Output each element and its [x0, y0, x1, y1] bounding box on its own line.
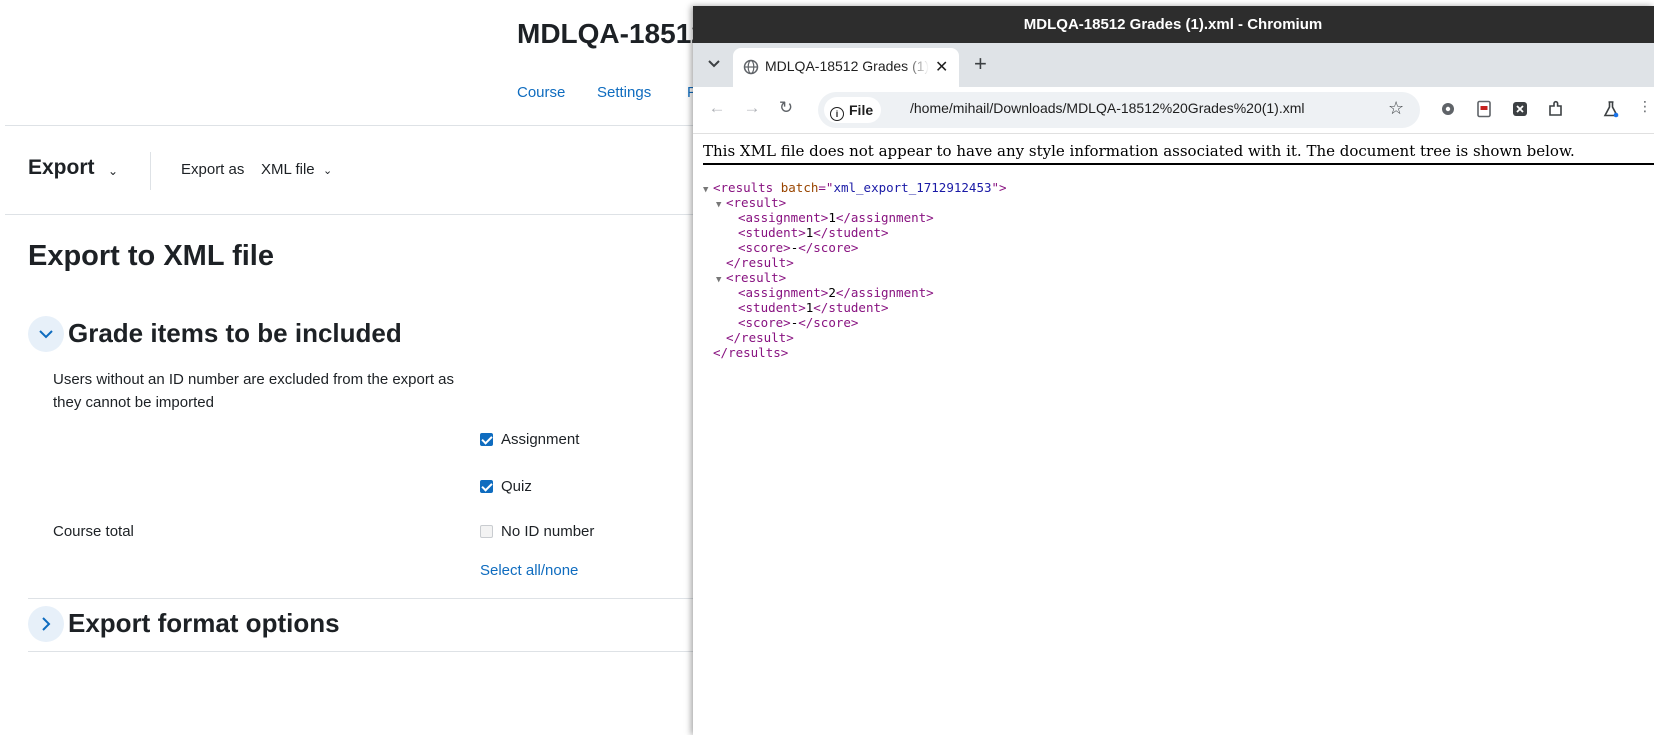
xml-student: <student>1</student>	[738, 300, 889, 315]
menu-icon[interactable]: ⋮	[1633, 98, 1654, 115]
xml-result-close: </result>	[726, 255, 794, 270]
browser-toolbar: ← → ↻ i File /home/mihail/Downloads/MDLQA…	[693, 87, 1654, 134]
site-info-chip[interactable]: i File	[824, 97, 882, 123]
checkbox-label: Quiz	[501, 478, 532, 495]
chevron-down-icon[interactable]	[28, 316, 64, 352]
window-titlebar[interactable]: MDLQA-18512 Grades (1).xml - Chromium	[693, 6, 1654, 43]
reload-icon[interactable]: ↻	[774, 98, 798, 118]
nav-course[interactable]: Course	[517, 84, 565, 101]
labs-icon[interactable]	[1602, 100, 1620, 118]
xml-score: <score>-</score>	[738, 315, 859, 330]
export-menu-label: Export	[28, 156, 95, 179]
xml-info-text: This XML file does not appear to have an…	[703, 142, 1575, 160]
main-heading: Export to XML file	[28, 240, 274, 272]
site-info-label: File	[849, 102, 874, 118]
xml-student: <student>1</student>	[738, 225, 889, 240]
page-title: MDLQA-18512	[517, 18, 707, 49]
extension-gear-icon[interactable]	[1439, 100, 1457, 118]
info-note: Users without an ID number are excluded …	[53, 371, 455, 411]
tab-search-icon[interactable]	[701, 51, 727, 77]
back-icon[interactable]: ←	[705, 98, 729, 118]
xml-result-close: </result>	[726, 330, 794, 345]
checkbox-assignment[interactable]: Assignment	[480, 431, 579, 448]
divider	[703, 163, 1654, 165]
browser-tab[interactable]: MDLQA-18512 Grades (1).xml ✕	[733, 48, 959, 87]
xml-result-open: ▼ <result>	[703, 195, 1007, 210]
xml-score: <score>-</score>	[738, 240, 859, 255]
checkbox[interactable]	[480, 433, 493, 446]
checkbox-disabled	[480, 525, 493, 538]
tab-title: MDLQA-18512 Grades (1).xml	[765, 58, 929, 74]
xml-root-open: ▼ <results batch="xml_export_1712912453">	[703, 180, 1007, 195]
xml-assignment: <assignment>1</assignment>	[738, 210, 934, 225]
checkbox-course-total: No ID number	[480, 523, 594, 540]
globe-icon	[743, 59, 759, 75]
extension-x-icon[interactable]	[1511, 100, 1529, 118]
section-title: Export format options	[68, 608, 340, 638]
new-tab-icon[interactable]: +	[974, 52, 987, 76]
extension-document-icon[interactable]	[1475, 100, 1493, 118]
checkbox-quiz[interactable]: Quiz	[480, 478, 532, 495]
tab-strip: MDLQA-18512 Grades (1).xml ✕ +	[693, 43, 1654, 87]
nav-settings[interactable]: Settings	[597, 84, 651, 101]
course-total-label: Course total	[53, 523, 134, 540]
chevron-right-icon[interactable]	[28, 606, 64, 642]
window-title: MDLQA-18512 Grades (1).xml - Chromium	[1023, 16, 1323, 33]
info-icon: i	[830, 107, 844, 121]
checkbox[interactable]	[480, 480, 493, 493]
star-icon[interactable]: ☆	[1388, 98, 1404, 119]
chevron-down-icon: ⌄	[108, 164, 119, 178]
forward-icon[interactable]: →	[740, 98, 764, 118]
section-title: Grade items to be included	[68, 318, 402, 348]
divider	[150, 152, 151, 190]
address-bar[interactable]: i File /home/mihail/Downloads/MDLQA-18512…	[818, 92, 1420, 128]
xml-assignment: <assignment>2</assignment>	[738, 285, 934, 300]
checkbox-label: No ID number	[501, 523, 595, 540]
xml-root-close: </results>	[713, 345, 789, 360]
extension-icon[interactable]	[1547, 100, 1565, 118]
select-all-link[interactable]: Select all/none	[480, 562, 578, 579]
url-text[interactable]: /home/mihail/Downloads/MDLQA-18512%20Gra…	[910, 100, 1305, 116]
checkbox-label: Assignment	[501, 431, 580, 448]
chevron-down-icon[interactable]: ⌄	[323, 164, 332, 177]
browser-window: MDLQA-18512 Grades (1).xml - Chromium MD…	[693, 6, 1654, 735]
export-format-select[interactable]: XML file	[261, 161, 315, 178]
xml-result-open: ▼ <result>	[703, 270, 1007, 285]
close-icon[interactable]: ✕	[935, 57, 948, 77]
xml-tree: ▼ <results batch="xml_export_1712912453">…	[703, 180, 1007, 360]
export-as-label: Export as	[181, 161, 245, 178]
